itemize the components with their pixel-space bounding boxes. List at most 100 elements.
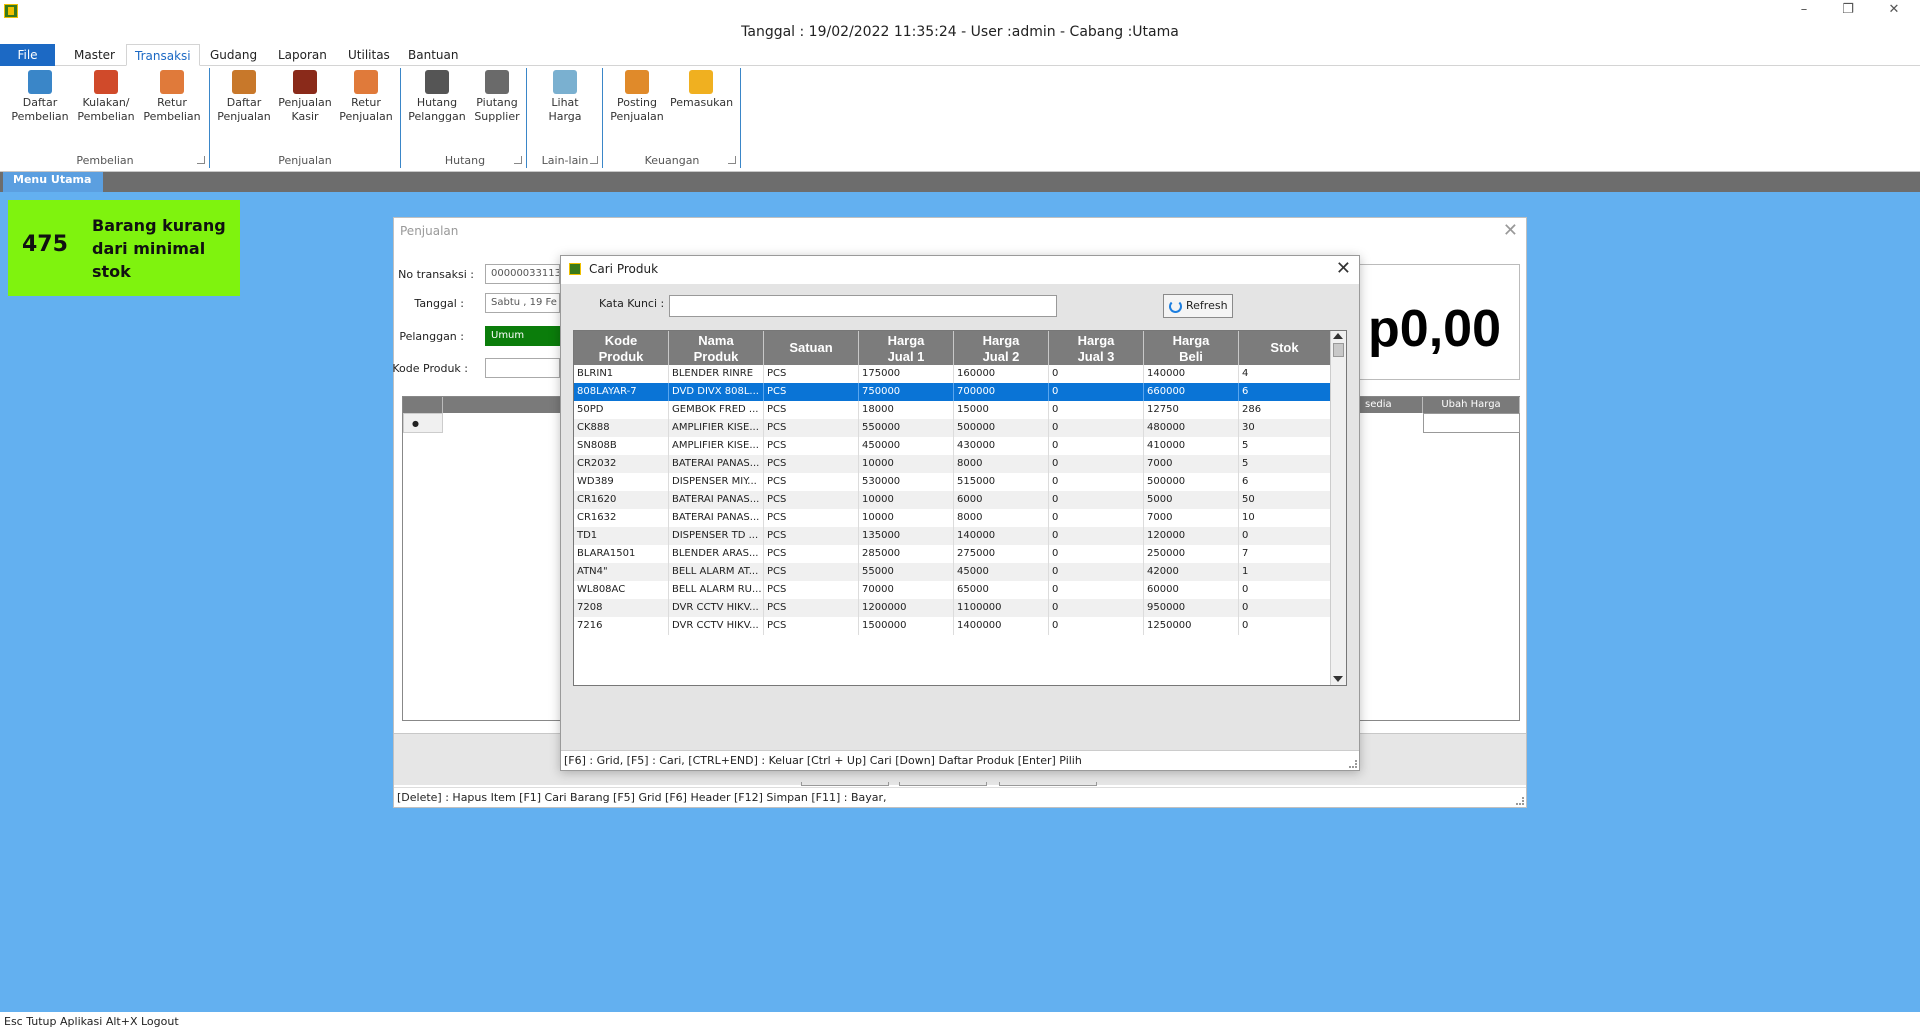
ribbon-tabs: File Master Transaksi Gudang Laporan Uti…	[0, 44, 1920, 66]
penjualan-close-icon[interactable]: ✕	[1503, 220, 1518, 241]
tab-bantuan[interactable]: Bantuan	[400, 44, 466, 66]
hutang-launcher-icon[interactable]	[514, 156, 522, 164]
cell-stok: 10	[1239, 509, 1331, 527]
cell-stok: 6	[1239, 473, 1331, 491]
cell-harga-jual-1: 10000	[859, 509, 954, 527]
tab-gudang[interactable]: Gudang	[202, 44, 265, 66]
cell-harga-beli: 60000	[1144, 581, 1239, 599]
table-row[interactable]: 7208 DVR CCTV HIKV... PCS 1200000 1100000 0 95…	[574, 599, 1331, 617]
daftar-penjualan-button[interactable]: Daftar Penjualan	[213, 70, 275, 124]
low-stock-card[interactable]: 475 Barang kurang dari minimal stok	[8, 200, 240, 296]
cell-harga-jual-2: 65000	[954, 581, 1049, 599]
cell-harga-jual-3: 0	[1049, 545, 1144, 563]
resize-grip-icon[interactable]	[1516, 797, 1524, 805]
posting-penjualan-button[interactable]: Posting Penjualan	[606, 70, 668, 124]
grid-col-tersedia[interactable]: sedia	[1363, 397, 1423, 413]
penjualan-kasir-button[interactable]: Penjualan Kasir	[274, 70, 336, 124]
penjualan-shortcut-bar: [Delete] : Hapus Item [F1] Cari Barang […	[394, 787, 1526, 807]
cell-satuan: PCS	[764, 491, 859, 509]
cell-harga-jual-3: 0	[1049, 581, 1144, 599]
col-header-line2: Jual 3	[1077, 349, 1115, 364]
close-app-button[interactable]: ✕	[1874, 2, 1914, 20]
restore-button[interactable]: ❐	[1828, 2, 1868, 20]
table-row[interactable]: ATN4" BELL ALARM AT... PCS 55000 45000 0 42000…	[574, 563, 1331, 581]
table-row[interactable]: WD389 DISPENSER MIY... PCS 530000 515000 0 500…	[574, 473, 1331, 491]
col-header-nama-produk[interactable]: Nama Produk	[669, 331, 764, 365]
daftar-pembelian-button[interactable]: Daftar Pembelian	[9, 70, 71, 124]
table-row[interactable]: BLRIN1 BLENDER RINRE PCS 175000 160000 0 14000…	[574, 365, 1331, 383]
table-row[interactable]: CR2032 BATERAI PANAS... PCS 10000 8000 0 7000 5	[574, 455, 1331, 473]
cell-harga-jual-2: 275000	[954, 545, 1049, 563]
tab-file[interactable]: File	[0, 44, 55, 66]
col-header-satuan[interactable]: Satuan	[764, 331, 859, 365]
table-row[interactable]: CR1620 BATERAI PANAS... PCS 10000 6000 0 5000 5…	[574, 491, 1331, 509]
col-header-harga-jual-2[interactable]: Harga Jual 2	[954, 331, 1049, 365]
tab-master[interactable]: Master	[66, 44, 123, 66]
produk-grid[interactable]: Kode Produk Nama Produk Satuan Harga Jual 1 Har…	[573, 330, 1347, 686]
pemasukan-button[interactable]: Pemasukan	[670, 70, 733, 110]
scroll-down-icon[interactable]	[1333, 676, 1343, 682]
table-row[interactable]: 7216 DVR CCTV HIKV... PCS 1500000 1400000 0 12…	[574, 617, 1331, 635]
retur-pembelian-button[interactable]: Retur Pembelian	[141, 70, 203, 124]
table-row[interactable]: 50PD GEMBOK FRED ... PCS 18000 15000 0 12750 28…	[574, 401, 1331, 419]
scroll-up-icon[interactable]	[1333, 333, 1343, 339]
cari-produk-close-icon[interactable]: ✕	[1336, 258, 1351, 279]
cell-harga-jual-1: 175000	[859, 365, 954, 383]
table-row[interactable]: SN808B AMPLIFIER KISE... PCS 450000 430000 0 4…	[574, 437, 1331, 455]
cell-stok: 0	[1239, 581, 1331, 599]
no-transaksi-field[interactable]: 000000331135	[485, 264, 560, 284]
scroll-thumb[interactable]	[1333, 343, 1344, 357]
bottom-button-2[interactable]	[899, 782, 987, 786]
group-label-pembelian: Pembelian	[76, 154, 134, 167]
col-header-harga-jual-3[interactable]: Harga Jual 3	[1049, 331, 1144, 365]
cari-produk-title: Cari Produk	[589, 262, 659, 276]
retur-penjualan-icon	[354, 70, 378, 94]
cell-satuan: PCS	[764, 437, 859, 455]
tab-transaksi[interactable]: Transaksi	[126, 44, 200, 66]
ribbon-separator	[400, 68, 401, 168]
kulakan-pembelian-button[interactable]: Kulakan/Pembelian	[75, 70, 137, 124]
produk-grid-scrollbar[interactable]	[1330, 331, 1346, 685]
cell-kode-produk: BLRIN1	[574, 365, 669, 383]
table-row[interactable]: BLARA1501 BLENDER ARAS... PCS 285000 275000 0…	[574, 545, 1331, 563]
keuangan-launcher-icon[interactable]	[728, 156, 736, 164]
piutang-supplier-button[interactable]: Piutang Supplier	[466, 70, 528, 124]
col-header-harga-jual-1[interactable]: Harga Jual 1	[859, 331, 954, 365]
table-row[interactable]: WL808AC BELL ALARM RU... PCS 70000 65000 0 600…	[574, 581, 1331, 599]
cell-harga-beli: 410000	[1144, 437, 1239, 455]
col-header-kode-produk[interactable]: Kode Produk	[574, 331, 669, 365]
table-row[interactable]: 808LAYAR-7 DVD DIVX 808L... PCS 750000 70000…	[574, 383, 1331, 401]
cell-nama-produk: BATERAI PANAS...	[669, 455, 764, 473]
cell-kode-produk: CR1620	[574, 491, 669, 509]
ribbon-separator	[209, 68, 210, 168]
lihat-harga-button[interactable]: Lihat Harga	[534, 70, 596, 124]
cell-stok: 5	[1239, 437, 1331, 455]
col-header-harga-beli[interactable]: Harga Beli	[1144, 331, 1239, 365]
tab-laporan[interactable]: Laporan	[270, 44, 335, 66]
cari-produk-dialog: Cari Produk ✕ Kata Kunci : Refresh Kode P…	[560, 255, 1360, 771]
table-row[interactable]: CK888 AMPLIFIER KISE... PCS 550000 500000 0 48…	[574, 419, 1331, 437]
bottom-button-3[interactable]	[999, 782, 1097, 786]
kata-kunci-input[interactable]	[669, 295, 1057, 317]
ubah-harga-cell[interactable]	[1423, 413, 1520, 433]
refresh-button[interactable]: Refresh	[1163, 294, 1233, 318]
col-header-stok[interactable]: Stok	[1239, 331, 1331, 365]
tanggal-field[interactable]: Sabtu , 19 Fe	[485, 293, 560, 313]
cell-harga-jual-1: 1200000	[859, 599, 954, 617]
pelanggan-field[interactable]: Umum	[485, 326, 560, 346]
kode-produk-input[interactable]	[485, 358, 560, 378]
retur-penjualan-button[interactable]: Retur Penjualan	[335, 70, 397, 124]
bottom-button-1[interactable]	[801, 782, 889, 786]
resize-grip-icon[interactable]	[1349, 760, 1357, 768]
col-header-line1: Harga	[887, 333, 925, 348]
ribbon-separator	[602, 68, 603, 168]
minimize-button[interactable]: –	[1784, 2, 1824, 20]
lain-lain-launcher-icon[interactable]	[590, 156, 598, 164]
grid-col-ubah-harga[interactable]: Ubah Harga	[1423, 397, 1520, 413]
tab-utilitas[interactable]: Utilitas	[340, 44, 398, 66]
table-row[interactable]: TD1 DISPENSER TD ... PCS 135000 140000 0 12000…	[574, 527, 1331, 545]
hutang-pelanggan-button[interactable]: Hutang Pelanggan	[406, 70, 468, 124]
pembelian-launcher-icon[interactable]	[197, 156, 205, 164]
table-row[interactable]: CR1632 BATERAI PANAS... PCS 10000 8000 0 7000 1…	[574, 509, 1331, 527]
tab-menu-utama[interactable]: Menu Utama	[3, 172, 103, 192]
